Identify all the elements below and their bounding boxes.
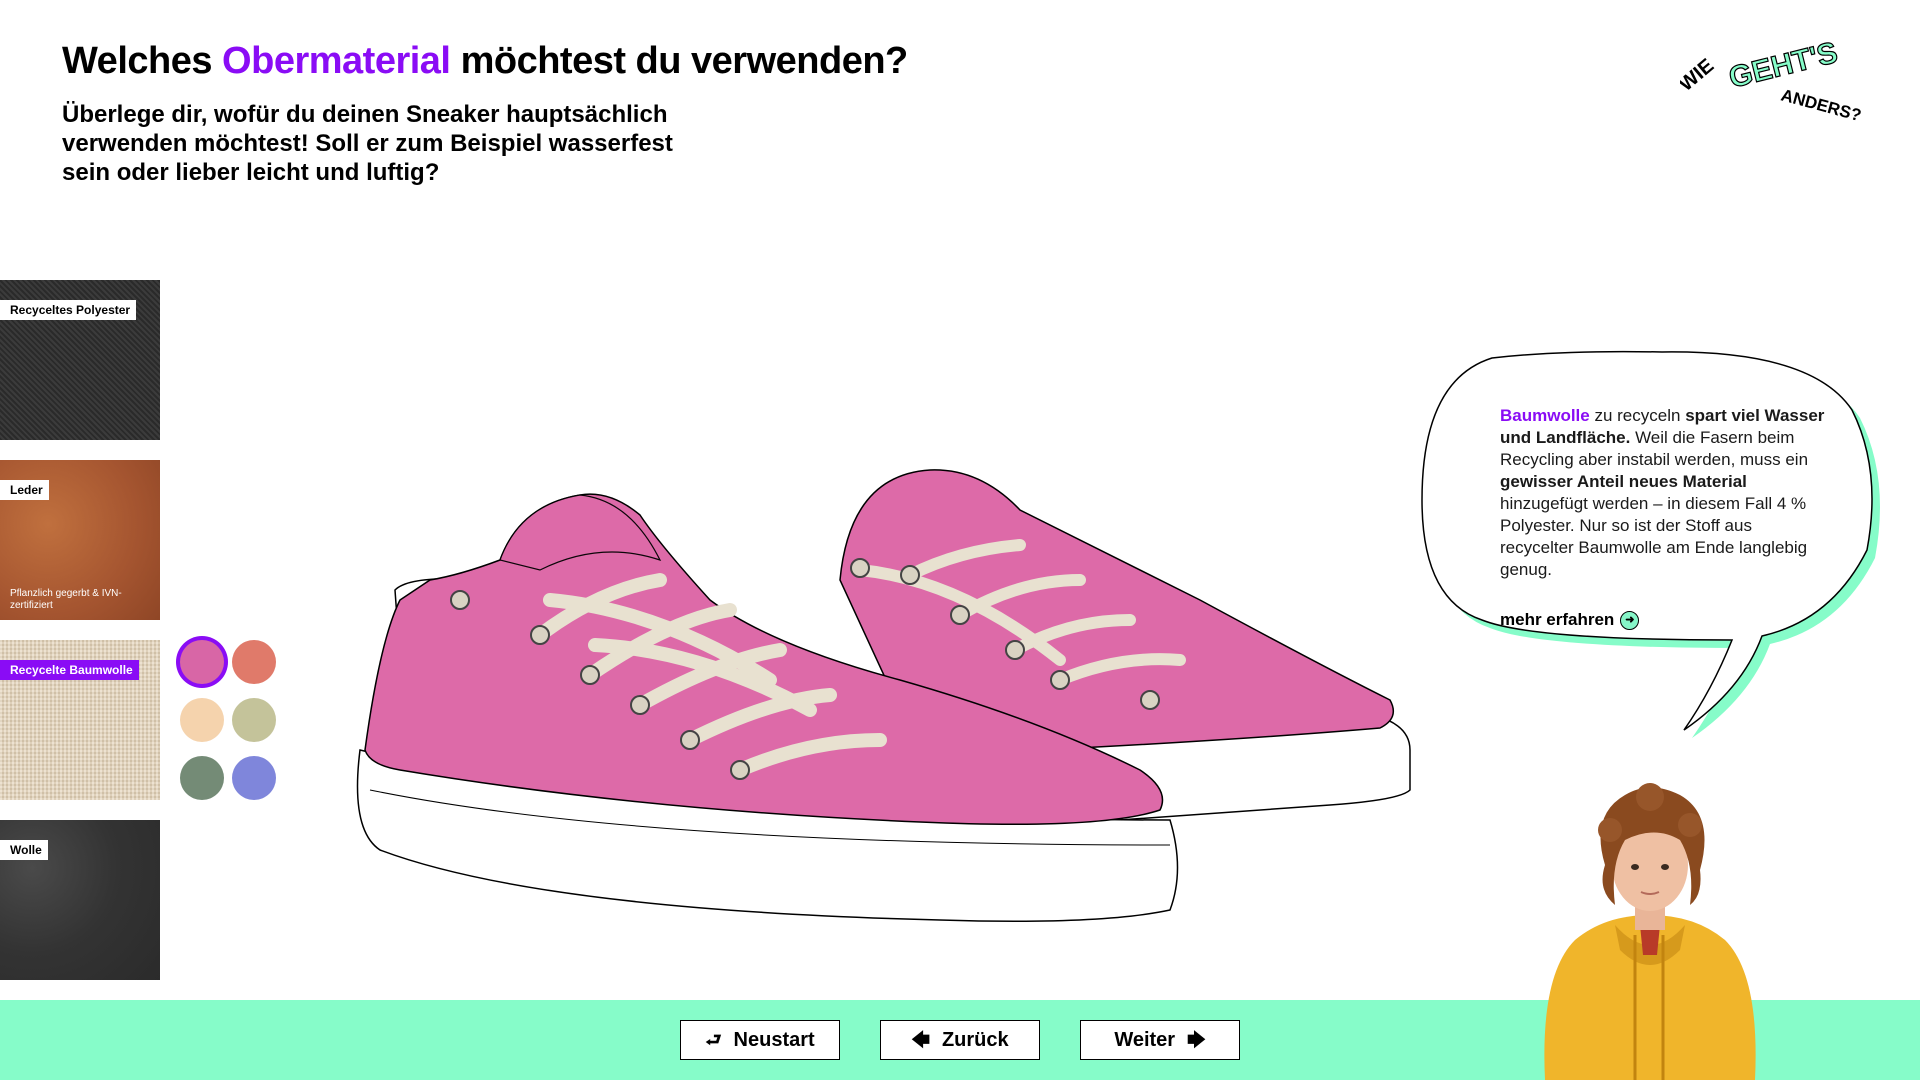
logo-text-wie: WIE [1680, 55, 1718, 96]
material-label: Wolle [0, 840, 48, 860]
sneaker-illustration [356, 469, 1411, 922]
svg-text:WIE: WIE [1680, 55, 1718, 96]
color-option-olive[interactable] [232, 698, 276, 742]
title-part-1: Welches [62, 40, 212, 82]
restart-button[interactable]: ⮐ Neustart [680, 1020, 840, 1060]
info-accent-word: Baumwolle [1500, 406, 1590, 425]
more-info-link[interactable]: mehr erfahren ➜ [1500, 610, 1640, 630]
back-label: Zurück [941, 1028, 1009, 1051]
material-leather[interactable]: Leder Pflanzlich gegerbt & IVN-zertifizi… [0, 460, 160, 620]
info-text: Baumwolle zu recyceln spart viel Wasser … [1500, 405, 1830, 581]
material-label: Recycelte Baumwolle [0, 660, 139, 680]
material-recycled-cotton[interactable]: Recycelte Baumwolle [0, 640, 160, 800]
guide-person-avatar [1544, 783, 1756, 1080]
material-note: Pflanzlich gegerbt & IVN-zertifiziert [10, 588, 122, 611]
title-accent: Obermaterial [222, 40, 451, 82]
more-info-label: mehr erfahren [1500, 610, 1615, 629]
material-wool[interactable]: Wolle [0, 820, 160, 980]
page-subtitle: Überlege dir, wofür du deinen Sneaker ha… [62, 101, 673, 186]
title-part-2: möchtest du verwenden? [460, 40, 909, 82]
next-button[interactable]: Weiter 🡆 [1080, 1020, 1240, 1060]
wie-gehts-anders-logo: WIE GEHT'S ANDERS? [1680, 35, 1863, 126]
back-button[interactable]: 🡄 Zurück [880, 1020, 1040, 1060]
restart-label: Neustart [733, 1028, 815, 1051]
svg-text:ANDERS?: ANDERS? [1779, 86, 1863, 126]
material-recycled-polyester[interactable]: Recyceltes Polyester [0, 280, 160, 440]
next-label: Weiter [1114, 1028, 1176, 1051]
info-text-3: hinzugefügt werden – in diesem Fall 4 % … [1500, 494, 1808, 579]
logo-text-anders: ANDERS? [1779, 86, 1863, 126]
info-text-1: zu recyceln [1589, 406, 1686, 425]
color-option-peach[interactable] [180, 698, 224, 742]
arrow-right-circle-icon: ➜ [1620, 610, 1640, 630]
arrow-right-icon: 🡆 [1187, 1030, 1206, 1050]
material-label: Leder [0, 480, 49, 500]
color-option-pink[interactable] [180, 640, 224, 684]
color-option-sage[interactable] [180, 756, 224, 800]
info-bold-2: gewisser Anteil neues Material [1500, 472, 1747, 491]
page-title: Welches Obermaterial möchtest du verwend… [62, 40, 908, 83]
color-option-periwinkle[interactable] [232, 756, 276, 800]
arrow-left-icon: 🡄 [911, 1030, 930, 1050]
color-option-coral[interactable] [232, 640, 276, 684]
material-label: Recyceltes Polyester [0, 300, 137, 320]
return-arrow-icon: ⮐ [705, 1030, 722, 1050]
